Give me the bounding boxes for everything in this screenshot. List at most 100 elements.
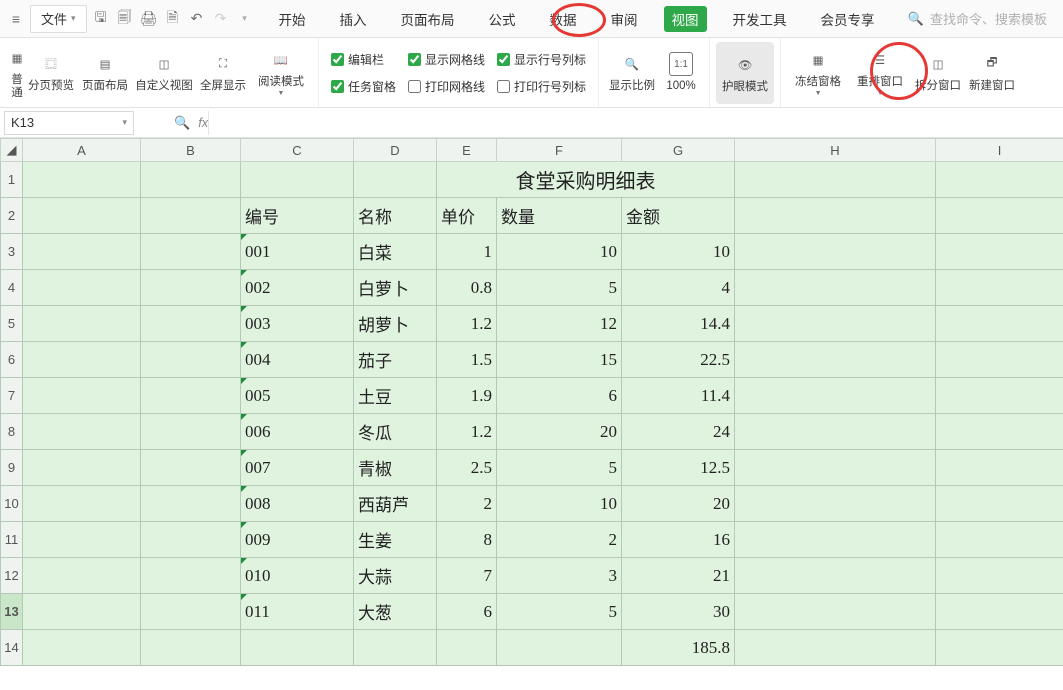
cell[interactable]: [936, 558, 1063, 594]
cell[interactable]: [23, 198, 141, 234]
cell-name[interactable]: 大蒜: [354, 558, 437, 594]
cell-qty[interactable]: 6: [497, 378, 622, 414]
cell-name[interactable]: 土豆: [354, 378, 437, 414]
cell[interactable]: [735, 414, 936, 450]
tab-insert[interactable]: 插入: [332, 6, 375, 32]
formula-input[interactable]: [208, 111, 1063, 135]
rearrange-windows-button[interactable]: ☰ 重排窗口 ▼: [849, 42, 911, 104]
cell[interactable]: [735, 378, 936, 414]
tab-formula[interactable]: 公式: [481, 6, 524, 32]
cell-amount[interactable]: 22.5: [622, 342, 735, 378]
cell-id[interactable]: 006: [241, 414, 354, 450]
fx-icon[interactable]: fx: [198, 115, 208, 130]
cell[interactable]: [23, 558, 141, 594]
cell[interactable]: [936, 378, 1063, 414]
header-price[interactable]: 单价: [437, 198, 497, 234]
col-header-D[interactable]: D: [354, 139, 437, 162]
tab-page-layout[interactable]: 页面布局: [393, 6, 463, 32]
page-layout-button[interactable]: ▤ 页面布局: [78, 42, 132, 104]
split-window-button[interactable]: ◫ 拆分窗口: [911, 42, 965, 104]
cell[interactable]: [141, 234, 241, 270]
col-header-E[interactable]: E: [437, 139, 497, 162]
formula-bar-checkbox[interactable]: 编辑栏: [331, 51, 396, 68]
cell-amount[interactable]: 16: [622, 522, 735, 558]
cell[interactable]: [141, 306, 241, 342]
show-rowcol-check[interactable]: [497, 53, 510, 66]
cell[interactable]: [497, 630, 622, 666]
print-rowcol-checkbox[interactable]: 打印行号列标: [497, 78, 586, 95]
cell-qty[interactable]: 2: [497, 522, 622, 558]
cell[interactable]: [141, 414, 241, 450]
save-icon[interactable]: 🖫: [91, 9, 111, 29]
cell[interactable]: [23, 342, 141, 378]
cell-id[interactable]: 002: [241, 270, 354, 306]
cell-name[interactable]: 白萝卜: [354, 270, 437, 306]
cell[interactable]: [936, 486, 1063, 522]
normal-view-button[interactable]: ▦ 普通: [10, 42, 24, 104]
cell[interactable]: [141, 522, 241, 558]
cell-price[interactable]: 1.5: [437, 342, 497, 378]
cell-qty[interactable]: 5: [497, 450, 622, 486]
cell[interactable]: [437, 630, 497, 666]
cell[interactable]: [141, 594, 241, 630]
read-mode-button[interactable]: 📖 阅读模式 ▼: [250, 42, 312, 104]
cell-price[interactable]: 1.2: [437, 306, 497, 342]
cell[interactable]: [936, 594, 1063, 630]
cell-name[interactable]: 白菜: [354, 234, 437, 270]
row-header[interactable]: 2: [1, 198, 23, 234]
new-window-button[interactable]: 🗗 新建窗口: [965, 42, 1019, 104]
cell-id[interactable]: 009: [241, 522, 354, 558]
total-amount-cell[interactable]: 185.8: [622, 630, 735, 666]
cell[interactable]: [735, 306, 936, 342]
col-header-I[interactable]: I: [936, 139, 1063, 162]
cell[interactable]: [241, 630, 354, 666]
cell-price[interactable]: 7: [437, 558, 497, 594]
cell-amount[interactable]: 30: [622, 594, 735, 630]
cell-amount[interactable]: 10: [622, 234, 735, 270]
show-gridlines-checkbox[interactable]: 显示网格线: [408, 51, 485, 68]
cell[interactable]: [241, 162, 354, 198]
cell-name[interactable]: 冬瓜: [354, 414, 437, 450]
col-header-F[interactable]: F: [497, 139, 622, 162]
cell[interactable]: [936, 162, 1063, 198]
cell-id[interactable]: 001: [241, 234, 354, 270]
print-gridlines-checkbox[interactable]: 打印网格线: [408, 78, 485, 95]
cell[interactable]: [735, 270, 936, 306]
select-all-corner[interactable]: ◢: [1, 139, 23, 162]
task-pane-check[interactable]: [331, 80, 344, 93]
cell[interactable]: [936, 450, 1063, 486]
col-header-G[interactable]: G: [622, 139, 735, 162]
col-header-B[interactable]: B: [141, 139, 241, 162]
spreadsheet-grid[interactable]: ◢ A B C D E F G H I 1 食堂采购明细表 2 编号 名称 单价…: [0, 138, 1063, 666]
freeze-panes-button[interactable]: ▦ 冻结窗格 ▼: [787, 42, 849, 104]
cell-id[interactable]: 008: [241, 486, 354, 522]
cell[interactable]: [141, 450, 241, 486]
cell[interactable]: [23, 630, 141, 666]
cell-id[interactable]: 011: [241, 594, 354, 630]
cell-name[interactable]: 茄子: [354, 342, 437, 378]
cell-qty[interactable]: 5: [497, 270, 622, 306]
cell[interactable]: [141, 558, 241, 594]
row-header[interactable]: 11: [1, 522, 23, 558]
cell[interactable]: [141, 378, 241, 414]
cell[interactable]: [936, 270, 1063, 306]
tab-review[interactable]: 审阅: [603, 6, 646, 32]
row-header[interactable]: 4: [1, 270, 23, 306]
cell[interactable]: [735, 522, 936, 558]
zoom-formula-icon[interactable]: 🔍: [174, 115, 190, 131]
cell-amount[interactable]: 14.4: [622, 306, 735, 342]
cell-qty[interactable]: 20: [497, 414, 622, 450]
cell[interactable]: [141, 270, 241, 306]
cell-name[interactable]: 生姜: [354, 522, 437, 558]
cell[interactable]: [735, 450, 936, 486]
cell-name[interactable]: 胡萝卜: [354, 306, 437, 342]
tab-dev-tools[interactable]: 开发工具: [725, 6, 795, 32]
row-header[interactable]: 9: [1, 450, 23, 486]
print-icon[interactable]: 🖨: [139, 9, 159, 29]
print-rowcol-check[interactable]: [497, 80, 510, 93]
row-header[interactable]: 12: [1, 558, 23, 594]
cell[interactable]: [23, 522, 141, 558]
formula-bar-check[interactable]: [331, 53, 344, 66]
cell-price[interactable]: 2.5: [437, 450, 497, 486]
col-header-C[interactable]: C: [241, 139, 354, 162]
